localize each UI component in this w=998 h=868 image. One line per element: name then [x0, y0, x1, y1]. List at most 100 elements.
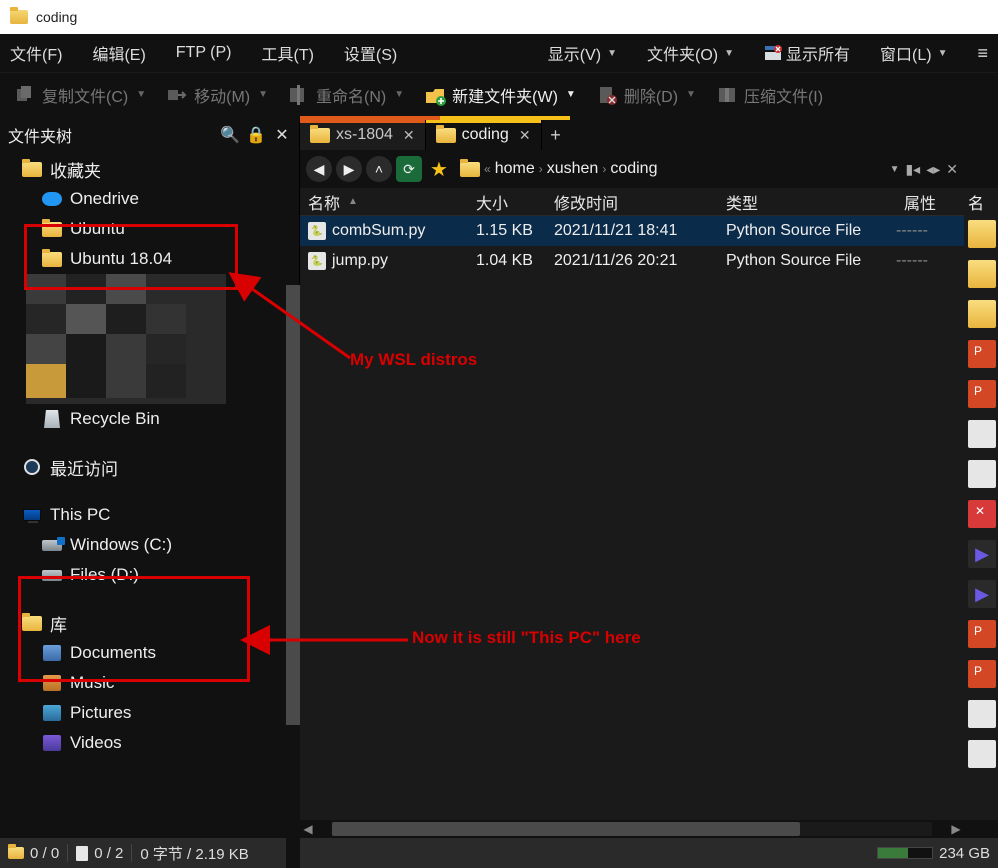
rename-icon	[288, 84, 310, 106]
doc-file-icon[interactable]	[968, 420, 996, 448]
video-file-icon[interactable]: ▶	[968, 540, 996, 568]
close-icon[interactable]: ✕	[273, 126, 291, 144]
tree-lib-documents[interactable]: Documents	[0, 638, 299, 668]
folder-icon	[436, 128, 456, 143]
doc-file-icon[interactable]	[968, 460, 996, 488]
refresh-button[interactable]: ⟳	[396, 156, 422, 182]
ppt-file-icon[interactable]	[968, 620, 996, 648]
menu-file[interactable]: 文件(F)	[4, 37, 68, 69]
crumb-coding[interactable]: coding	[610, 160, 657, 178]
crumb-home[interactable]: home	[495, 160, 535, 178]
search-icon[interactable]: 🔍	[221, 126, 239, 144]
doc-file-icon[interactable]	[968, 740, 996, 768]
close-path-icon[interactable]: ✕	[946, 161, 958, 178]
folder-tree: 收藏夹 Onedrive Ubuntu Ubuntu 18.04	[0, 150, 299, 838]
copy-button[interactable]: 复制文件(C)▼	[8, 79, 152, 111]
move-button[interactable]: 移动(M)▼	[160, 79, 274, 111]
strip-header[interactable]: 名	[964, 188, 998, 216]
tree-recycle-bin[interactable]: Recycle Bin	[0, 404, 299, 434]
status-file-count: 0 / 2	[76, 845, 123, 862]
archive-icon	[716, 84, 738, 106]
path-dropdown-icon[interactable]: ▼	[890, 164, 900, 175]
right-pane-strip: 名 ▶ ▶	[964, 120, 998, 838]
video-file-icon[interactable]: ▶	[968, 580, 996, 608]
tab-xs1804[interactable]: xs-1804 ✕	[300, 120, 426, 150]
col-name[interactable]: 名称▲	[300, 190, 468, 214]
disk-usage-bar	[877, 847, 933, 859]
menu-edit[interactable]: 编辑(E)	[86, 37, 151, 69]
nav-forward-button[interactable]: ▶	[336, 156, 362, 182]
menu-tools[interactable]: 工具(T)	[255, 37, 319, 69]
tree-libraries[interactable]: 库	[0, 608, 299, 638]
col-date[interactable]: 修改时间	[546, 190, 718, 214]
file-row[interactable]: 🐍combSum.py 1.15 KB 2021/11/21 18:41 Pyt…	[300, 216, 964, 246]
folder-tree-title: 文件夹树	[8, 123, 72, 147]
rename-button[interactable]: 重命名(N)▼	[282, 79, 410, 111]
status-disk: 234 GB	[877, 845, 990, 862]
new-folder-button[interactable]: 新建文件夹(W)▼	[418, 79, 582, 111]
nav-next-icon[interactable]: ◂▸	[926, 161, 940, 178]
tree-this-pc[interactable]: This PC	[0, 500, 299, 530]
tree-lib-music[interactable]: Music	[0, 668, 299, 698]
delete-button[interactable]: 删除(D)▼	[590, 79, 702, 111]
favorite-button[interactable]: ★	[426, 156, 452, 182]
folder-icon	[10, 10, 28, 24]
tree-lib-pictures[interactable]: Pictures	[0, 698, 299, 728]
documents-icon	[43, 645, 61, 661]
recycle-bin-icon	[44, 410, 60, 428]
nav-back-button[interactable]: ◀	[306, 156, 332, 182]
horizontal-scrollbar[interactable]: ◀▶	[300, 820, 964, 838]
file-row[interactable]: 🐍jump.py 1.04 KB 2021/11/26 20:21 Python…	[300, 246, 964, 276]
window-title: coding	[36, 9, 77, 25]
col-size[interactable]: 大小	[468, 190, 546, 214]
drive-icon	[42, 570, 62, 581]
drive-icon	[42, 540, 62, 551]
add-tab-button[interactable]: +	[542, 120, 570, 150]
menu-ftp[interactable]: FTP (P)	[170, 40, 238, 66]
tree-recent[interactable]: 最近访问	[0, 452, 299, 482]
col-attr[interactable]: 属性	[888, 190, 944, 214]
tree-lib-videos[interactable]: Videos	[0, 728, 299, 758]
nav-bar: ◀ ▶ ˄ ⟳ ★ « home › xushen › coding ▼ ▮◂ …	[300, 150, 964, 188]
col-type[interactable]: 类型	[718, 190, 888, 214]
status-folder-count: 0 / 0	[8, 845, 59, 862]
menu-settings[interactable]: 设置(S)	[338, 37, 403, 69]
tree-onedrive[interactable]: Onedrive	[0, 184, 299, 214]
nav-up-button[interactable]: ˄	[366, 156, 392, 182]
toolbar: 复制文件(C)▼ 移动(M)▼ 重命名(N)▼ 新建文件夹(W)▼ 删除(D)▼…	[0, 72, 998, 116]
menu-folder[interactable]: 文件夹(O)▼	[641, 37, 740, 69]
ppt-file-icon[interactable]	[968, 340, 996, 368]
folder-icon[interactable]	[968, 220, 996, 248]
breadcrumb[interactable]: « home › xushen › coding	[456, 155, 886, 183]
ppt-file-icon[interactable]	[968, 380, 996, 408]
menu-window[interactable]: 窗口(L)▼	[874, 37, 953, 69]
folder-icon[interactable]	[968, 260, 996, 288]
close-icon[interactable]: ✕	[403, 127, 415, 144]
ppt-file-icon[interactable]	[968, 660, 996, 688]
tree-drive-d[interactable]: Files (D:)	[0, 560, 299, 590]
menu-overflow-icon[interactable]: ≡	[971, 39, 994, 68]
menubar: 文件(F) 编辑(E) FTP (P) 工具(T) 设置(S) 显示(V)▼ 文…	[0, 34, 998, 72]
tree-ubuntu[interactable]: Ubuntu	[0, 214, 299, 244]
move-icon	[166, 84, 188, 106]
folder-tree-header: 文件夹树 🔍 🔒 ✕	[0, 120, 299, 150]
crumb-xushen[interactable]: xushen	[547, 160, 599, 178]
lock-icon[interactable]: 🔒	[247, 126, 265, 144]
folder-icon[interactable]	[968, 300, 996, 328]
column-headers: 名称▲ 大小 修改时间 类型 属性	[300, 188, 964, 216]
xls-file-icon[interactable]	[968, 500, 996, 528]
status-bar: 0 / 0 0 / 2 0 字节 / 2.19 KB 234 GB	[0, 838, 998, 868]
folder-icon	[22, 616, 42, 631]
menu-view[interactable]: 显示(V)▼	[542, 37, 623, 69]
tree-drive-c[interactable]: Windows (C:)	[0, 530, 299, 560]
menu-showall[interactable]: 显示所有	[758, 37, 856, 69]
tree-favorites[interactable]: 收藏夹	[0, 154, 299, 184]
sidebar-scrollbar[interactable]	[286, 285, 300, 868]
filter-icon	[764, 44, 782, 62]
tab-coding[interactable]: coding ✕	[426, 120, 542, 150]
pack-button[interactable]: 压缩文件(I)	[710, 79, 829, 111]
nav-prev-icon[interactable]: ▮◂	[905, 161, 920, 178]
doc-file-icon[interactable]	[968, 700, 996, 728]
tree-ubuntu1804[interactable]: Ubuntu 18.04	[0, 244, 299, 274]
close-icon[interactable]: ✕	[519, 127, 531, 144]
